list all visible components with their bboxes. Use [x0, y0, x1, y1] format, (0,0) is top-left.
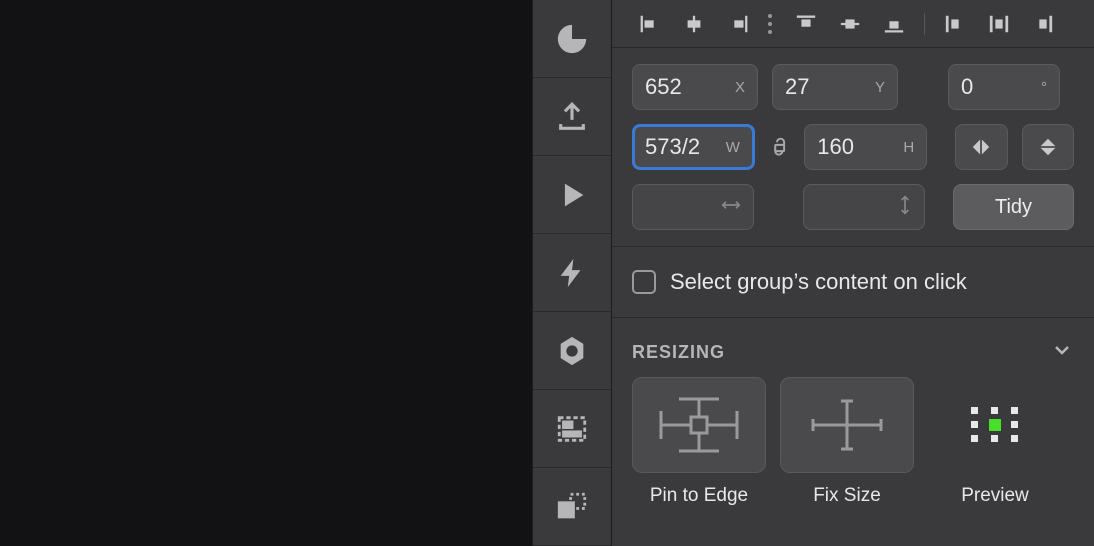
- canvas[interactable]: [0, 0, 532, 546]
- fix-size-button[interactable]: [780, 377, 914, 473]
- tool-rail: [532, 0, 612, 546]
- inspector-panel: 652 X 27 Y 0 ° 573/2 W: [612, 0, 1094, 546]
- geometry-panel: 652 X 27 Y 0 ° 573/2 W: [612, 48, 1094, 247]
- tidy-label: Tidy: [995, 196, 1032, 219]
- distribute-left-icon[interactable]: [937, 9, 973, 39]
- export-icon[interactable]: [533, 78, 611, 156]
- settings-nut-icon[interactable]: [533, 312, 611, 390]
- distribute-right-icon[interactable]: [1025, 9, 1061, 39]
- select-group-content-checkbox[interactable]: [632, 270, 656, 294]
- horizontal-spacing-field[interactable]: [632, 184, 754, 230]
- bolt-icon[interactable]: [533, 234, 611, 312]
- alignment-bar: [612, 0, 1094, 48]
- flip-horizontal-button[interactable]: [955, 124, 1007, 170]
- preview-object: [989, 419, 1001, 431]
- pin-to-edge-button[interactable]: [632, 377, 766, 473]
- width-label: W: [726, 139, 740, 156]
- arrows-vertical-icon: [898, 195, 912, 219]
- align-vcenter-icon[interactable]: [832, 9, 868, 39]
- tidy-button[interactable]: Tidy: [953, 184, 1074, 230]
- resizing-options: Pin to Edge Fix Size: [612, 377, 1094, 517]
- constrain-proportions-icon[interactable]: [769, 133, 790, 161]
- select-group-content-row: Select group’s content on click: [612, 247, 1094, 318]
- align-right-icon[interactable]: [720, 9, 756, 39]
- arrows-horizontal-icon: [721, 198, 741, 216]
- height-value: 160: [817, 134, 914, 160]
- alignment-options-icon[interactable]: [768, 13, 774, 35]
- resize-icon[interactable]: [533, 468, 611, 546]
- y-value: 27: [785, 74, 885, 100]
- rotation-label: °: [1041, 79, 1047, 96]
- width-field[interactable]: 573/2 W: [632, 124, 755, 170]
- play-icon[interactable]: [533, 156, 611, 234]
- chevron-down-icon[interactable]: [1050, 338, 1074, 367]
- fix-size-card: Fix Size: [780, 377, 914, 507]
- resizing-title: RESIZING: [632, 342, 725, 363]
- preview-label: Preview: [961, 485, 1029, 507]
- pin-to-edge-card: Pin to Edge: [632, 377, 766, 507]
- pin-to-edge-label: Pin to Edge: [650, 485, 748, 507]
- preview-card: Preview: [928, 377, 1062, 507]
- fix-size-label: Fix Size: [813, 485, 881, 507]
- align-top-icon[interactable]: [788, 9, 824, 39]
- x-field[interactable]: 652 X: [632, 64, 758, 110]
- y-field[interactable]: 27 Y: [772, 64, 898, 110]
- align-hcenter-icon[interactable]: [676, 9, 712, 39]
- flip-vertical-button[interactable]: [1022, 124, 1074, 170]
- tool-pie-icon[interactable]: [533, 0, 611, 78]
- align-bottom-icon[interactable]: [876, 9, 912, 39]
- rotation-value: 0: [961, 74, 1047, 100]
- height-field[interactable]: 160 H: [804, 124, 927, 170]
- x-value: 652: [645, 74, 745, 100]
- vertical-spacing-field[interactable]: [803, 184, 925, 230]
- x-label: X: [735, 79, 745, 96]
- select-group-content-label: Select group’s content on click: [670, 269, 967, 295]
- distribute-hcenter-icon[interactable]: [981, 9, 1017, 39]
- rotation-field[interactable]: 0 °: [948, 64, 1060, 110]
- y-label: Y: [875, 79, 885, 96]
- preview-display: [928, 377, 1062, 473]
- selection-icon[interactable]: [533, 390, 611, 468]
- resizing-header: RESIZING: [612, 318, 1094, 377]
- height-label: H: [903, 139, 914, 156]
- align-left-icon[interactable]: [632, 9, 668, 39]
